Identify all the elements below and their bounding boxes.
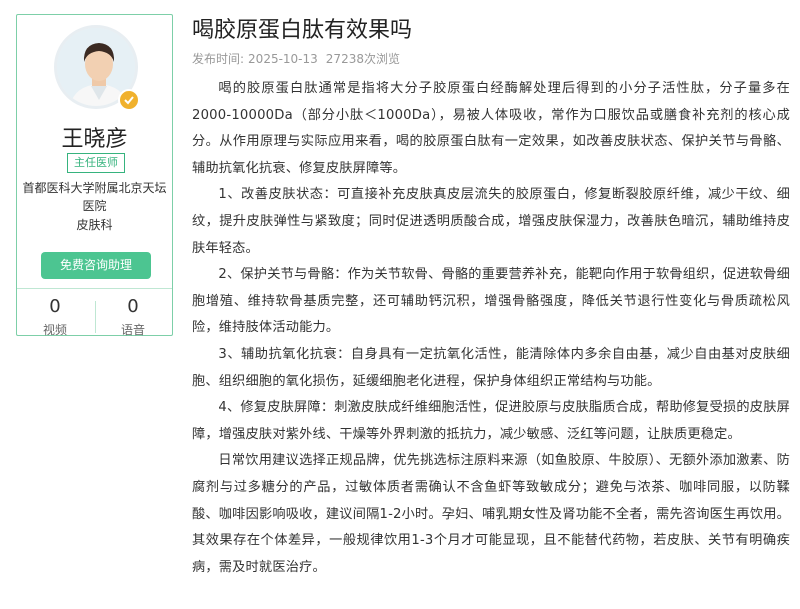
article-paragraph: 2、保护关节与骨骼：作为关节软骨、骨骼的重要营养补充，能靶向作用于软骨组织，促进… <box>192 267 790 336</box>
voice-stat[interactable]: 0 语音 <box>103 297 163 338</box>
publish-date: 2025-10-13 <box>248 52 318 66</box>
video-label: 视频 <box>42 323 67 337</box>
article-paragraph: 3、辅助抗氧化抗衰：自身具有一定抗氧化活性，能清除体内多余自由基，减少自由基对皮… <box>192 346 790 389</box>
avatar-wrapper[interactable] <box>54 25 140 111</box>
doctor-name[interactable]: 王晓彦 <box>17 121 172 153</box>
doctor-card: 王晓彦 主任医师 首都医科大学附属北京天坛医院 皮肤科 免费咨询助理 0 视频 … <box>16 14 173 338</box>
article-body: 喝的胶原蛋白肽通常是指将大分子胶原蛋白经酶解处理后得到的小分子活性肽，分子量多在… <box>192 76 790 581</box>
article-paragraph: 1、改善皮肤状态：可直接补充皮肤真皮层流失的胶原蛋白，修复断裂胶原纤维，减少干纹… <box>192 187 790 256</box>
voice-label: 语音 <box>120 323 145 337</box>
view-count: 27238次浏览 <box>325 52 400 66</box>
free-consult-button[interactable]: 免费咨询助理 <box>41 252 151 279</box>
article-paragraph: 4、修复皮肤屏障：刺激皮肤成纤维细胞活性，促进胶原与皮肤脂质合成，帮助修复受损的… <box>192 400 790 442</box>
doctor-title-badge: 主任医师 <box>67 153 125 173</box>
video-count: 0 <box>49 296 61 317</box>
doctor-department: 皮肤科 <box>76 218 113 232</box>
article-title: 喝胶原蛋白肽有效果吗 <box>192 18 413 43</box>
article-paragraph: 日常饮用建议选择正规品牌，优先挑选标注原料来源（如鱼胶原、牛胶原）、无额外添加激… <box>192 453 790 575</box>
stats-divider <box>17 288 172 289</box>
article-meta: 发布时间: 2025-10-13 27238次浏览 <box>192 50 404 67</box>
publish-label: 发布时间: <box>192 52 245 66</box>
voice-count: 0 <box>127 296 139 317</box>
stat-separator <box>95 301 96 333</box>
verified-badge-icon <box>118 89 140 111</box>
video-stat[interactable]: 0 视频 <box>25 297 85 338</box>
article-paragraph: 喝的胶原蛋白肽通常是指将大分子胶原蛋白经酶解处理后得到的小分子活性肽，分子量多在… <box>192 81 790 176</box>
doctor-hospital: 首都医科大学附属北京天坛医院 <box>22 181 167 213</box>
